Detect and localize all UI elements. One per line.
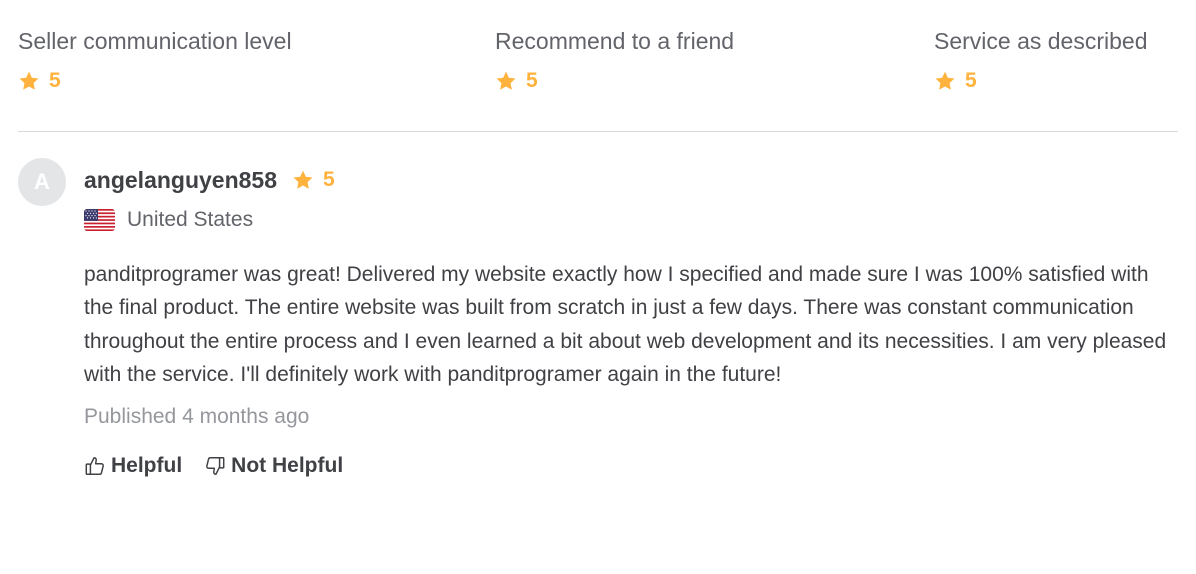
rating-service-as-described: Service as described 5 xyxy=(934,26,1148,96)
thumbs-up-icon xyxy=(84,455,106,477)
rating-recommend-to-friend: Recommend to a friend 5 xyxy=(495,26,734,96)
reviewer-rating-value: 5 xyxy=(323,168,335,191)
rating-label: Recommend to a friend xyxy=(495,28,735,54)
review-body: angelanguyen858 5 United States panditpr… xyxy=(84,158,1178,478)
rating-value: 5 xyxy=(965,69,977,92)
avatar[interactable]: A xyxy=(18,158,66,206)
not-helpful-label: Not Helpful xyxy=(231,453,344,477)
us-flag-icon xyxy=(84,209,115,231)
ratings-breakdown: Seller communication level 5 Recommend t… xyxy=(18,26,1178,106)
star-icon xyxy=(292,169,314,191)
rating-seller-communication: Seller communication level 5 xyxy=(18,26,292,96)
thumbs-down-icon xyxy=(204,455,226,477)
feedback-row: Helpful Not Helpful xyxy=(84,454,1178,478)
star-icon xyxy=(495,70,517,92)
country-name: United States xyxy=(127,208,254,231)
review-text: panditprogramer was great! Delivered my … xyxy=(84,263,1167,387)
not-helpful-button[interactable]: Not Helpful xyxy=(204,454,343,478)
helpful-label: Helpful xyxy=(111,453,183,477)
rating-label: Seller communication level xyxy=(18,28,292,54)
reviewer-rating: 5 xyxy=(292,169,335,191)
reviewer-row: angelanguyen858 5 xyxy=(84,158,1178,202)
star-icon xyxy=(934,70,956,92)
rating-label: Service as described xyxy=(934,28,1148,54)
published-date: Published 4 months ago xyxy=(84,404,310,428)
rating-value: 5 xyxy=(49,69,61,92)
divider xyxy=(18,131,1178,132)
helpful-button[interactable]: Helpful xyxy=(84,454,182,478)
reviewer-username[interactable]: angelanguyen858 xyxy=(84,167,277,194)
rating-value-row: 5 xyxy=(934,66,1148,96)
rating-value-row: 5 xyxy=(495,66,734,96)
rating-value-row: 5 xyxy=(18,66,292,96)
rating-value: 5 xyxy=(526,69,538,92)
star-icon xyxy=(18,70,40,92)
reviewer-country: United States xyxy=(84,202,1178,238)
